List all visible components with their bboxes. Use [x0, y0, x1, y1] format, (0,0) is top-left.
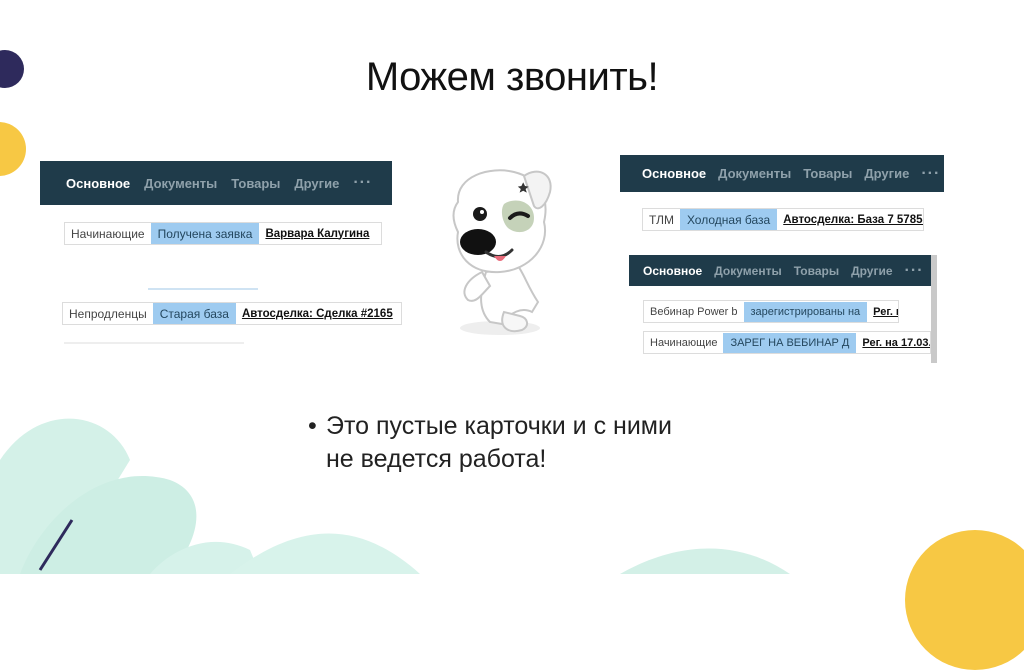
deal-row[interactable]: Вебинар Power b зарегистрированы на Рег.… — [643, 300, 899, 323]
pipeline-stage: Вебинар Power b — [650, 305, 738, 318]
bullet-line: Это пустые карточки и с ними — [326, 412, 672, 440]
puppy-eye-shine — [480, 210, 484, 214]
bullet-line: не ведется работа! — [326, 445, 547, 473]
tab-main[interactable]: Основное — [643, 264, 702, 278]
deal-row[interactable]: Начинающие Получена заявка Варвара Калуг… — [64, 222, 382, 245]
decor-yellow-circle — [0, 122, 26, 176]
tab-bar: Основное Документы Товары Другие ··· — [620, 155, 944, 192]
tab-goods[interactable]: Товары — [794, 264, 839, 278]
tab-documents[interactable]: Документы — [714, 264, 781, 278]
crm-card-top-right: Основное Документы Товары Другие ··· ТЛМ… — [620, 155, 944, 243]
crm-card-bottom-right: Основное Документы Товары Другие ··· Веб… — [629, 255, 937, 363]
tab-bar: Основное Документы Товары Другие ··· — [629, 255, 937, 286]
more-icon[interactable]: ··· — [353, 174, 372, 192]
tab-bar: Основное Документы Товары Другие ··· — [40, 161, 392, 205]
more-icon[interactable]: ··· — [905, 262, 924, 280]
divider — [148, 288, 258, 290]
tab-main[interactable]: Основное — [642, 166, 706, 181]
status-badge[interactable]: зарегистрированы на — [743, 301, 868, 322]
pipeline-stage: Начинающие — [71, 226, 145, 241]
deal-link[interactable]: Автосделка: Сделка #2165 — [242, 308, 393, 320]
tab-other[interactable]: Другие — [864, 166, 909, 181]
slide-title: Можем звонить! — [365, 55, 659, 99]
puppy-eye — [473, 207, 487, 221]
status-badge[interactable]: Старая база — [152, 303, 236, 324]
tab-goods[interactable]: Товары — [231, 176, 280, 191]
deal-link[interactable]: Рег. на 17.03.2023 : — [862, 337, 930, 349]
deal-link[interactable]: Варвара Калугина — [265, 228, 369, 240]
pipeline-stage: Начинающие — [650, 336, 718, 349]
tab-main[interactable]: Основное — [66, 176, 130, 191]
decor-mint-arc — [620, 548, 790, 574]
deal-row[interactable]: ТЛМ Холодная база Автосделка: База 7 578… — [642, 208, 924, 231]
tab-documents[interactable]: Документы — [144, 176, 217, 191]
crm-card-bottom-left: Непродленцы Старая база Автосделка: Сдел… — [60, 288, 405, 346]
deal-row[interactable]: Непродленцы Старая база Автосделка: Сдел… — [62, 302, 402, 325]
puppy-nose — [460, 229, 496, 255]
puppy-leg — [501, 310, 528, 332]
decor-mint-arc — [230, 533, 420, 574]
deal-link[interactable]: Автосделка: База 7 57853 — [783, 214, 923, 226]
deal-row[interactable]: Начинающие ЗАРЕГ НА ВЕБИНАР Д Рег. на 17… — [643, 331, 931, 354]
crm-card-top-left: Основное Документы Товары Другие ··· Нач… — [40, 161, 392, 289]
tab-other[interactable]: Другие — [294, 176, 339, 191]
tab-other[interactable]: Другие — [851, 264, 892, 278]
status-badge[interactable]: ЗАРЕГ НА ВЕБИНАР Д — [723, 332, 857, 353]
tab-documents[interactable]: Документы — [718, 166, 791, 181]
divider — [64, 342, 244, 344]
pipeline-stage: ТЛМ — [649, 212, 674, 227]
tab-goods[interactable]: Товары — [803, 166, 852, 181]
scrollbar[interactable] — [931, 255, 937, 363]
bullet-dot: • — [308, 412, 317, 440]
bullet-text: Это пустые карточки и с ними не ведется … — [326, 410, 726, 476]
status-badge[interactable]: Холодная база — [679, 209, 778, 230]
deal-link[interactable]: Рег. на — [873, 306, 898, 318]
pipeline-stage: Непродленцы — [69, 306, 147, 321]
more-icon[interactable]: ··· — [921, 165, 940, 183]
puppy-sticker-icon — [452, 169, 552, 335]
status-badge[interactable]: Получена заявка — [150, 223, 260, 244]
